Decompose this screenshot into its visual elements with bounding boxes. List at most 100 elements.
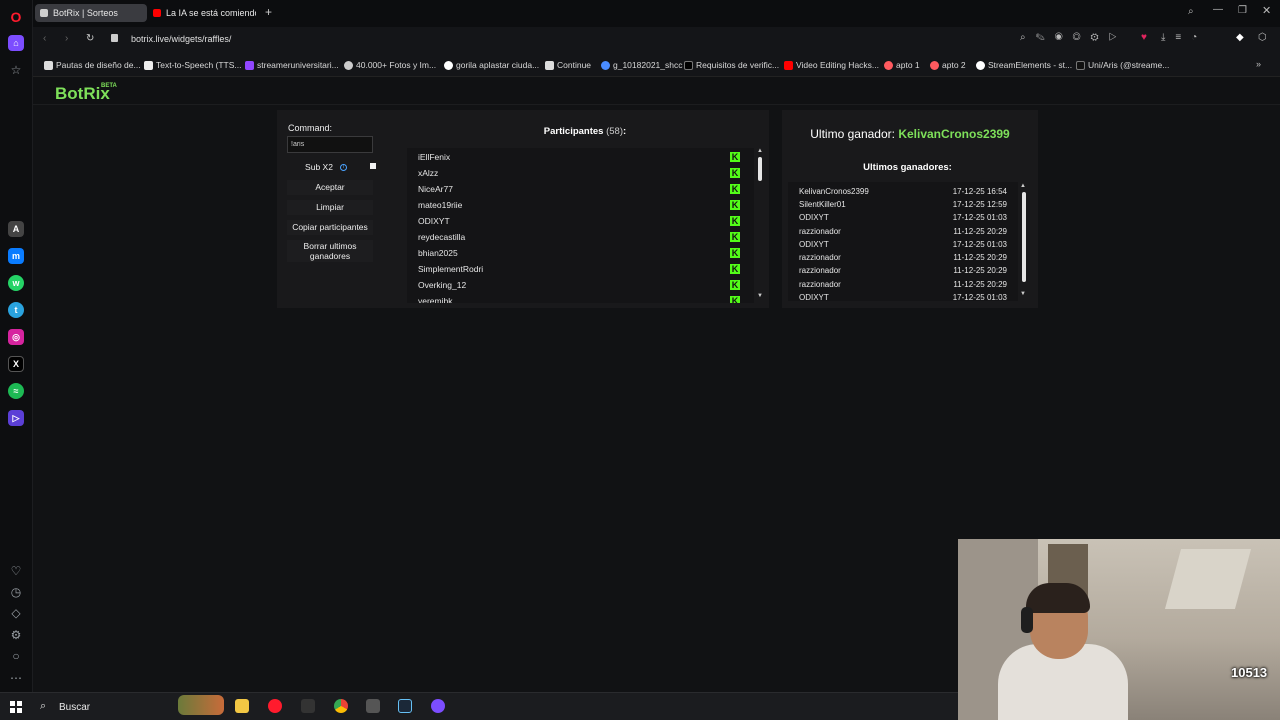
whatsapp-icon[interactable]: w <box>8 275 24 291</box>
bookmark-item[interactable]: g_10182021_shcc <box>601 60 682 70</box>
windows-start-icon[interactable] <box>10 701 22 713</box>
twitch-icon <box>245 60 254 70</box>
maximize-icon[interactable]: ❐ <box>1238 5 1247 16</box>
command-label: Command: <box>288 123 333 133</box>
download-menu-icon[interactable]: ⤓≡◔ <box>1161 32 1207 43</box>
bookmark-item[interactable]: 40.000+ Fotos y Im... <box>344 60 436 70</box>
heart-icon[interactable]: ♡ <box>8 563 24 579</box>
scroll-down-icon[interactable]: ▼ <box>1020 291 1026 297</box>
new-tab-button[interactable]: + <box>265 5 272 19</box>
bookmark-item[interactable]: Continue <box>545 60 591 70</box>
search-tabs-icon[interactable]: ⌕ <box>1188 6 1194 17</box>
bookmark-item[interactable]: StreamElements - st... <box>976 60 1072 70</box>
bookmark-item[interactable]: apto 1 <box>884 60 920 70</box>
tts-icon <box>144 60 153 70</box>
winner-name: SilentKiller01 <box>799 200 846 209</box>
participant-name: reydecastilla <box>418 232 466 242</box>
star-icon[interactable]: ☆ <box>8 62 24 78</box>
scroll-thumb[interactable] <box>1022 192 1026 282</box>
softbox-light <box>1164 549 1252 609</box>
app-icon[interactable] <box>301 699 315 713</box>
heart-bookmark-icon[interactable]: ♥ <box>1141 32 1147 43</box>
lightbulb-icon[interactable]: ○ <box>8 648 24 664</box>
vpn-icon[interactable]: ◆ <box>1236 32 1244 43</box>
winners-list[interactable]: KelivanCronos2399 17-12-25 16:54 SilentKi… <box>788 182 1018 301</box>
bookmark-item[interactable]: Video Editing Hacks... <box>784 60 879 70</box>
opera-logo-icon[interactable]: O <box>8 9 24 25</box>
airbnb-icon <box>884 60 893 70</box>
winner-date: 11-12-25 20:29 <box>953 266 1007 275</box>
info-icon[interactable]: i <box>340 164 347 171</box>
messenger-icon[interactable]: m <box>8 248 24 264</box>
winner-name: KelivanCronos2399 <box>799 187 869 196</box>
kick-badge-icon: K <box>730 168 740 178</box>
lock-icon <box>111 34 118 42</box>
participant-name: NiceAr77 <box>418 184 453 194</box>
spotify-icon[interactable]: ≈ <box>8 383 24 399</box>
scroll-thumb[interactable] <box>758 157 762 181</box>
home-icon[interactable]: ⌂ <box>8 35 24 51</box>
opera-gx-icon[interactable] <box>431 699 445 713</box>
minimize-icon[interactable]: — <box>1213 4 1223 15</box>
participants-scrollbar[interactable]: ▲ ▼ <box>757 148 765 303</box>
bookmarks-overflow-icon[interactable]: » <box>1256 59 1261 69</box>
steam-icon[interactable] <box>398 699 412 713</box>
opera-icon[interactable] <box>268 699 282 713</box>
scroll-down-icon[interactable]: ▼ <box>757 293 763 299</box>
scroll-up-icon[interactable]: ▲ <box>1020 183 1026 189</box>
participant-name: Overking_12 <box>418 280 467 290</box>
winner-date: 17-12-25 12:59 <box>952 200 1007 209</box>
sub-x2-toggle[interactable]: Sub X2 <box>287 161 373 174</box>
telegram-icon[interactable]: t <box>8 302 24 318</box>
back-icon[interactable]: ‹ <box>43 33 46 44</box>
forward-icon[interactable]: › <box>65 33 68 44</box>
youtube-icon <box>784 60 793 70</box>
tab-botrix[interactable]: BotRix | Sorteos <box>35 4 147 22</box>
instagram-icon[interactable]: ◎ <box>8 329 24 345</box>
extensions-icon[interactable]: ⬡ <box>1258 32 1267 43</box>
settings-icon[interactable]: ⚙ <box>8 627 24 643</box>
participants-list[interactable]: iEllFenix K xAlzz K NiceAr77 K mateo19ri… <box>407 148 754 303</box>
bookmark-item[interactable]: Text-to-Speech (TTS... <box>144 60 242 70</box>
tiktok-icon <box>1076 60 1085 70</box>
kick-badge-icon: K <box>730 264 740 274</box>
bookmark-item[interactable]: streameruniversitari... <box>245 60 339 70</box>
bookmark-item[interactable]: apto 2 <box>930 60 966 70</box>
bookmark-item[interactable]: gorila aplastar ciuda... <box>444 60 539 70</box>
clear-button[interactable]: Limpiar <box>287 200 373 215</box>
page-header <box>33 77 1280 105</box>
accept-button[interactable]: Aceptar <box>287 180 373 195</box>
chrome-icon[interactable] <box>334 699 348 713</box>
x-twitter-icon[interactable]: X <box>8 356 24 372</box>
kick-badge-icon: K <box>730 232 740 242</box>
address-bar-tools-icon[interactable]: ⌕✎◉◎⚙▷ <box>1020 32 1127 43</box>
youtube-favicon-icon <box>153 9 161 17</box>
cube-icon[interactable]: ◇ <box>8 605 24 621</box>
headset-icon <box>1021 607 1033 633</box>
winner-row: KelivanCronos2399 17-12-25 16:54 <box>799 187 1007 196</box>
kick-badge-icon: K <box>730 184 740 194</box>
winner-row: razzionador 11-12-25 20:29 <box>799 227 1007 236</box>
sub-x2-checkbox[interactable] <box>370 163 376 169</box>
bookmark-item[interactable]: Requisitos de verific... <box>684 60 779 70</box>
delete-winners-button[interactable]: Borrar ultimos ganadores <box>287 240 373 262</box>
copy-participants-button[interactable]: Copiar participantes <box>287 220 373 235</box>
winners-scrollbar[interactable]: ▲ ▼ <box>1020 182 1028 301</box>
taskbar-search[interactable]: Buscar <box>59 702 90 713</box>
winner-name: razzionador <box>799 266 841 275</box>
bookmark-item[interactable]: Uni/Aris (@streame... <box>1076 60 1169 70</box>
player-icon[interactable]: ▷ <box>8 410 24 426</box>
bookmark-item[interactable]: Pautas de diseño de... <box>44 60 141 70</box>
more-icon[interactable]: ⋯ <box>8 670 24 686</box>
url-field[interactable]: botrix.live/widgets/raffles/ <box>131 34 231 44</box>
file-explorer-icon[interactable] <box>235 699 249 713</box>
command-input[interactable] <box>287 136 373 153</box>
tab-youtube[interactable]: La IA se está comiendo la <box>148 4 256 22</box>
history-icon[interactable]: ◷ <box>8 584 24 600</box>
aria-icon[interactable]: A <box>8 221 24 237</box>
window-app-icon[interactable] <box>366 699 380 713</box>
tab-label: BotRix | Sorteos <box>53 8 118 18</box>
close-icon[interactable]: ✕ <box>1262 4 1271 17</box>
scroll-up-icon[interactable]: ▲ <box>757 148 763 154</box>
reload-icon[interactable]: ↻ <box>86 33 94 44</box>
